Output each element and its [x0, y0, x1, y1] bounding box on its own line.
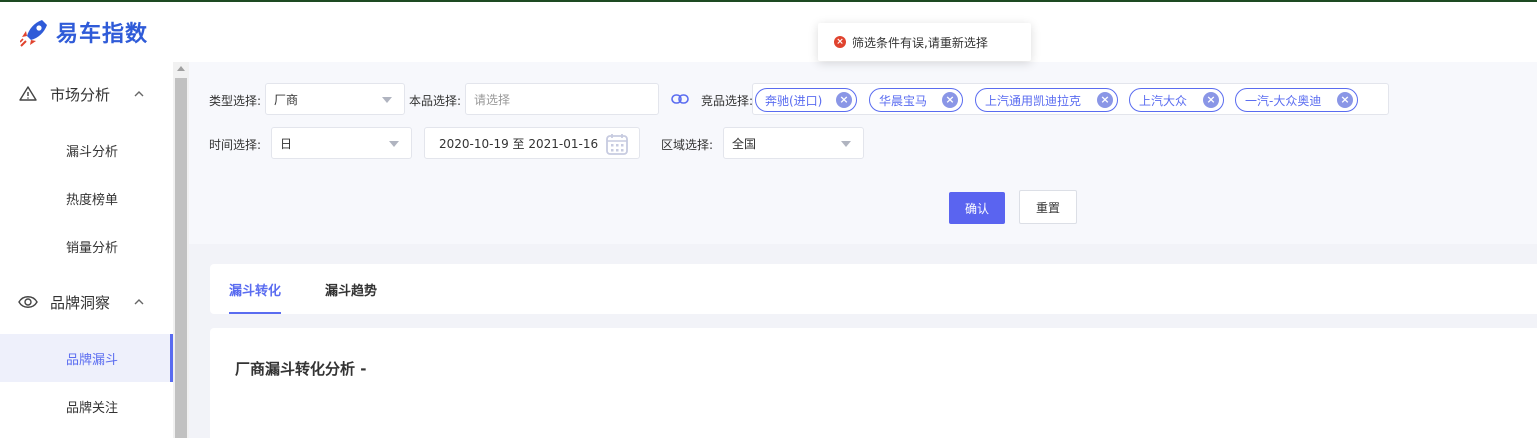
sidebar-item-heat-ranking[interactable]: 热度榜单: [0, 174, 173, 222]
eye-icon: [18, 292, 38, 312]
compete-tag[interactable]: 一汽-大众奥迪 ×: [1235, 88, 1358, 112]
logo[interactable]: 易车指数: [19, 16, 149, 48]
app-header: 易车指数: [0, 2, 1537, 62]
sidebar-item-label: 品牌漏斗: [66, 352, 119, 368]
sidebar-item-funnel-analysis[interactable]: 漏斗分析: [0, 126, 173, 174]
time-select-label: 时间选择:: [209, 138, 262, 152]
sidebar-item-label: 热度榜单: [66, 192, 119, 208]
confirm-button[interactable]: 确认: [949, 192, 1005, 224]
chevron-down-icon: [389, 141, 399, 147]
chevron-down-icon: [841, 141, 851, 147]
sidebar-item-label: 销量分析: [66, 240, 119, 256]
link-icon[interactable]: [671, 92, 689, 106]
tab-label: 漏斗趋势: [325, 283, 378, 299]
region-select[interactable]: 全国: [723, 127, 864, 159]
main-content: 类型选择: 厂商 本品选择: 请选择 竞品选择: 奔驰(进口) × 华晨宝马 ×…: [189, 62, 1537, 438]
sidebar: 市场分析 漏斗分析 热度榜单 销量分析 品牌洞察 品牌漏斗 品牌关注: [0, 62, 173, 438]
reset-button[interactable]: 重置: [1019, 190, 1077, 224]
error-icon: ×: [834, 36, 846, 48]
sidebar-group-label: 品牌洞察: [50, 293, 111, 312]
compete-tag[interactable]: 上汽通用凯迪拉克 ×: [975, 88, 1118, 112]
tab-funnel-conversion[interactable]: 漏斗转化: [229, 264, 282, 314]
compete-tag[interactable]: 上汽大众 ×: [1129, 88, 1224, 112]
chevron-down-icon: [382, 97, 392, 103]
region-select-value: 全国: [732, 136, 757, 151]
compete-tag-label: 一汽-大众奥迪: [1245, 93, 1322, 108]
error-toast: × 筛选条件有误,请重新选择: [818, 23, 1031, 61]
compete-tag-label: 奔驰(进口): [765, 93, 823, 108]
tab-label: 漏斗转化: [229, 283, 282, 299]
sidebar-group-brand-insight[interactable]: 品牌洞察: [0, 278, 173, 326]
sidebar-item-brand-funnel[interactable]: 品牌漏斗: [0, 334, 173, 382]
own-product-input[interactable]: 请选择: [465, 83, 659, 115]
toast-message: 筛选条件有误,请重新选择: [852, 35, 988, 50]
filter-panel: 类型选择: 厂商 本品选择: 请选择 竞品选择: 奔驰(进口) × 华晨宝马 ×…: [189, 62, 1537, 244]
compete-tag[interactable]: 华晨宝马 ×: [869, 88, 963, 112]
chevron-up-icon[interactable]: [132, 295, 146, 309]
date-range-value: 2020-10-19 至 2021-01-16: [439, 136, 599, 151]
close-icon[interactable]: ×: [1337, 92, 1353, 108]
scrollbar-thumb[interactable]: [175, 78, 187, 438]
compete-tag-label: 上汽通用凯迪拉克: [985, 93, 1082, 108]
triangle-warning-icon: [18, 84, 38, 104]
sidebar-item-brand-attention[interactable]: 品牌关注: [0, 382, 173, 430]
compete-tag-label: 上汽大众: [1139, 93, 1188, 108]
compete-tag[interactable]: 奔驰(进口) ×: [755, 88, 857, 112]
sidebar-group-market-analysis[interactable]: 市场分析: [0, 70, 173, 118]
content-card: 厂商漏斗转化分析 -: [210, 328, 1537, 438]
chevron-up-icon[interactable]: [132, 87, 146, 101]
tab-funnel-trend[interactable]: 漏斗趋势: [325, 264, 377, 314]
type-select[interactable]: 厂商: [265, 83, 405, 115]
compete-tag-label: 华晨宝马: [879, 93, 928, 108]
own-product-placeholder: 请选择: [474, 92, 511, 107]
date-range-picker[interactable]: 2020-10-19 至 2021-01-16: [424, 127, 640, 159]
sidebar-item-label: 漏斗分析: [66, 144, 119, 160]
tab-bar: 漏斗转化 漏斗趋势: [210, 264, 1537, 314]
region-select-label: 区域选择:: [661, 138, 714, 152]
compete-label: 竞品选择:: [701, 94, 754, 108]
section-title: 厂商漏斗转化分析 -: [235, 360, 367, 378]
calendar-icon[interactable]: [605, 132, 629, 156]
close-icon[interactable]: ×: [836, 92, 852, 108]
scroll-up-arrow-icon[interactable]: [177, 66, 185, 71]
sidebar-item-label: 品牌关注: [66, 400, 119, 416]
type-select-value: 厂商: [274, 92, 299, 107]
type-select-label: 类型选择:: [209, 94, 262, 108]
close-icon[interactable]: ×: [1203, 92, 1219, 108]
sidebar-item-sales-analysis[interactable]: 销量分析: [0, 222, 173, 270]
time-select[interactable]: 日: [271, 127, 412, 159]
sidebar-group-label: 市场分析: [50, 85, 111, 104]
close-icon[interactable]: ×: [942, 92, 958, 108]
own-product-label: 本品选择:: [409, 94, 462, 108]
sidebar-scrollbar[interactable]: [173, 62, 189, 438]
close-icon[interactable]: ×: [1097, 92, 1113, 108]
logo-text: 易车指数: [56, 22, 149, 47]
time-select-value: 日: [280, 136, 293, 151]
rocket-logo-icon: [19, 17, 48, 47]
